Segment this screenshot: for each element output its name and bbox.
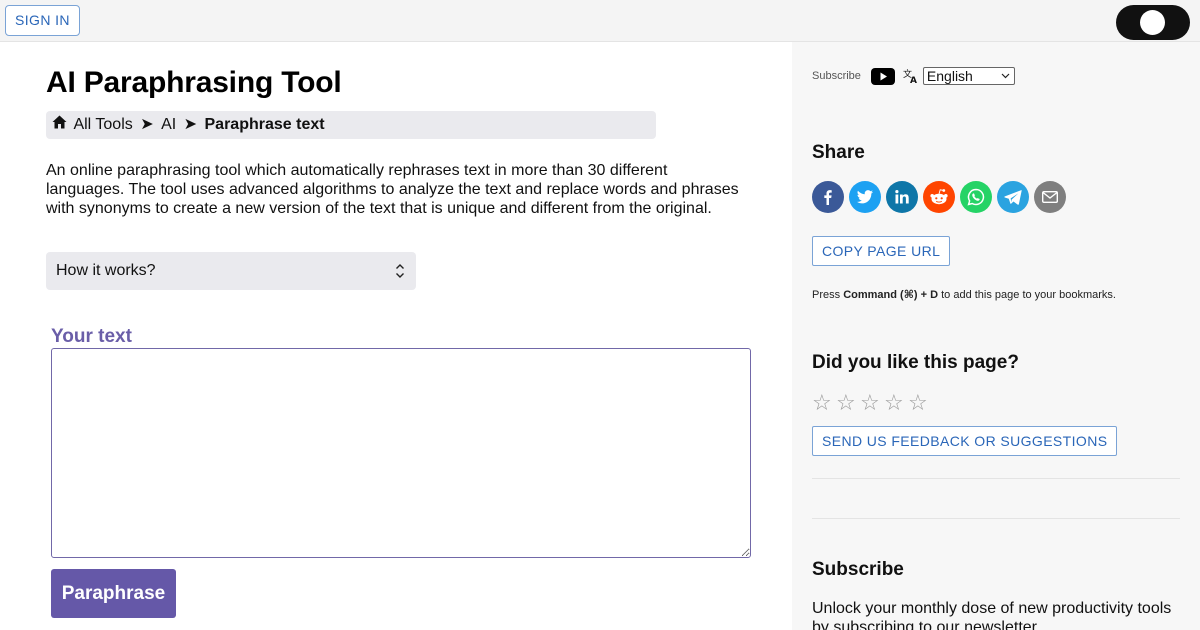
svg-text:A: A: [910, 76, 917, 84]
star-icon[interactable]: ☆: [836, 391, 860, 415]
input-text-area[interactable]: [51, 348, 751, 558]
chevron-up-down-icon: [395, 252, 405, 305]
theme-toggle[interactable]: [1116, 5, 1190, 40]
page-title: AI Paraphrasing Tool: [46, 66, 342, 99]
star-icon[interactable]: ☆: [908, 391, 932, 415]
star-rating: ☆ ☆ ☆ ☆ ☆: [812, 391, 932, 415]
star-icon[interactable]: ☆: [884, 391, 908, 415]
toggle-knob: [1140, 10, 1165, 35]
star-icon[interactable]: ☆: [860, 391, 884, 415]
paraphrase-button[interactable]: Paraphrase: [51, 569, 176, 618]
tool-description: An online paraphrasing tool which automa…: [46, 162, 739, 217]
house-icon[interactable]: [52, 111, 69, 139]
language-select[interactable]: English: [922, 67, 1015, 88]
subscribe-language-row: Subscribe 文A English: [812, 64, 1015, 88]
share-buttons: [812, 181, 1071, 213]
bookmark-keys: Command (⌘) + D: [843, 289, 939, 301]
breadcrumb-separator: ➤: [183, 116, 198, 133]
copy-page-url-button[interactable]: COPY PAGE URL: [812, 236, 951, 266]
twitter-share-icon[interactable]: [849, 181, 881, 213]
breadcrumb-ai[interactable]: AI: [161, 116, 176, 133]
breadcrumb-all-tools[interactable]: All Tools: [73, 116, 132, 133]
subscribe-heading: Subscribe: [812, 559, 904, 580]
your-text-label: Your text: [51, 326, 132, 347]
linkedin-share-icon[interactable]: [886, 181, 918, 213]
breadcrumb: All Tools ➤ AI ➤ Paraphrase text: [46, 111, 656, 139]
share-heading: Share: [812, 142, 865, 163]
whatsapp-share-icon[interactable]: [960, 181, 992, 213]
reddit-share-icon[interactable]: [923, 181, 955, 213]
divider: [812, 518, 1180, 519]
top-bar: SIGN IN: [0, 0, 1200, 42]
main-content: AI Paraphrasing Tool All Tools ➤ AI ➤ Pa…: [0, 42, 792, 630]
telegram-share-icon[interactable]: [997, 181, 1029, 213]
send-feedback-button[interactable]: SEND US FEEDBACK OR SUGGESTIONS: [812, 426, 1118, 456]
bookmark-hint: Press Command (⌘) + D to add this page t…: [812, 288, 1116, 301]
how-it-works-label: How it works?: [56, 262, 156, 279]
divider: [812, 478, 1180, 479]
language-selected-value: English: [926, 68, 973, 84]
breadcrumb-current: Paraphrase text: [204, 116, 325, 133]
translate-icon: 文A: [903, 68, 919, 86]
breadcrumb-separator: ➤: [140, 116, 154, 133]
bookmark-prefix: Press: [812, 289, 844, 301]
how-it-works-dropdown[interactable]: How it works?: [46, 252, 416, 290]
bookmark-suffix: to add this page to your bookmarks.: [938, 289, 1116, 301]
sign-in-button[interactable]: SIGN IN: [5, 5, 80, 36]
subscribe-description: Unlock your monthly dose of new producti…: [812, 600, 1172, 630]
chevron-down-icon: [1001, 69, 1010, 88]
like-heading: Did you like this page?: [812, 352, 1019, 373]
youtube-subscribe-label: Subscribe: [812, 70, 861, 82]
sidebar: Subscribe 文A English Share COPY PAGE URL…: [792, 42, 1200, 630]
star-icon[interactable]: ☆: [812, 391, 836, 415]
facebook-share-icon[interactable]: [812, 181, 844, 213]
email-share-icon[interactable]: [1034, 181, 1066, 213]
youtube-icon[interactable]: [870, 67, 895, 85]
